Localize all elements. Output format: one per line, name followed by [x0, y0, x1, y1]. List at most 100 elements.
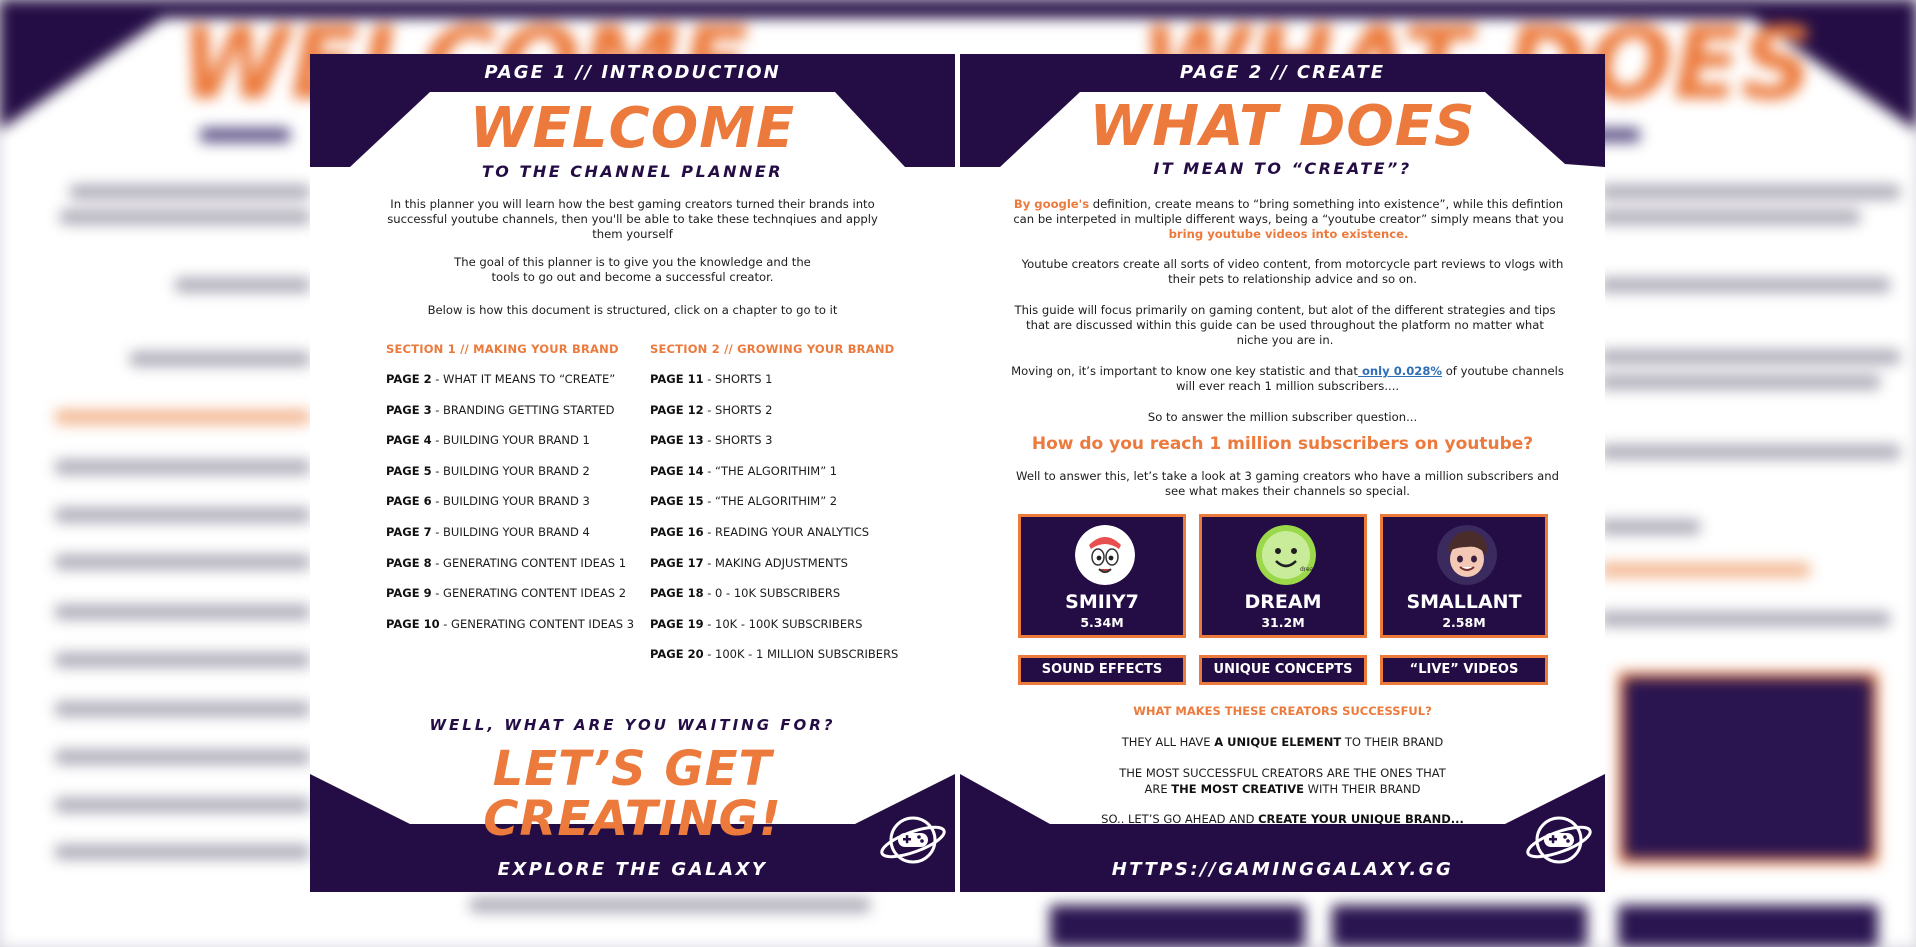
chapter-page-number: PAGE 11 — [650, 372, 704, 386]
definition-paragraph: By google's definition, create means to … — [1013, 197, 1564, 241]
chapter-link[interactable]: PAGE 12 - SHORTS 2 — [650, 403, 773, 417]
creators-intro-paragraph: Well to answer this, let’s take a look a… — [1016, 469, 1559, 498]
chapter-page-number: PAGE 9 — [386, 586, 432, 601]
chapter-title: - GENERATING CONTENT IDEAS 3 — [439, 616, 635, 631]
page-title: WELCOME — [469, 96, 796, 161]
chapter-link[interactable]: PAGE 6 - BUILDING YOUR BRAND 3 — [386, 494, 590, 508]
chapter-link[interactable]: PAGE 20 - 100K - 1 MILLION SUBSCRIBERS — [650, 647, 898, 661]
chapter-page-number: PAGE 5 — [386, 463, 432, 478]
chapter-page-number: PAGE 20 — [650, 647, 704, 662]
waiting-question: WELL, WHAT ARE YOU WAITING FOR? — [429, 716, 836, 734]
success-line-3: SO.. LET’S GO AHEAD AND CREATE YOUR UNIQ… — [1101, 812, 1464, 826]
statistic-paragraph: Moving on, it’s important to know one ke… — [1011, 364, 1564, 393]
chapter-page-number: PAGE 17 — [650, 555, 704, 570]
planner-page-2: PAGE 2 // CREATE WHAT DOES IT MEAN TO “C… — [960, 54, 1605, 892]
chapter-link[interactable]: PAGE 18 - 0 - 10K SUBSCRIBERS — [650, 586, 840, 600]
creator-name: DREAM — [1244, 591, 1322, 613]
chapter-title: - “THE ALGORITHIM” 1 — [703, 463, 838, 478]
chapter-title: - BRANDING GETTING STARTED — [431, 402, 615, 417]
cta-line-2: CREATING! — [483, 791, 782, 847]
chapter-page-number: PAGE 7 — [386, 525, 432, 539]
main-question: How do you reach 1 million subscribers o… — [1031, 434, 1534, 454]
chapter-page-number: PAGE 13 — [650, 433, 704, 448]
creator-name: SMALLANT — [1406, 591, 1522, 613]
intro-paragraph: In this planner you will learn how the b… — [387, 197, 878, 241]
chapter-page-number: PAGE 16 — [650, 525, 704, 539]
chapter-page-number: PAGE 4 — [386, 433, 432, 448]
creator-name: SMIIY7 — [1065, 591, 1139, 613]
chapter-link[interactable]: PAGE 9 - GENERATING CONTENT IDEAS 2 — [386, 586, 626, 600]
chapter-title: - “THE ALGORITHIM” 2 — [703, 494, 838, 509]
blurred-background: WELCOME WHAT DOES — [0, 0, 1916, 947]
chapter-title: - BUILDING YOUR BRAND 4 — [431, 525, 590, 539]
chapter-page-number: PAGE 8 — [386, 555, 432, 570]
chapter-link[interactable]: PAGE 14 - “THE ALGORITHIM” 1 — [650, 464, 837, 478]
chapter-title: - BUILDING YOUR BRAND 1 — [431, 433, 590, 448]
chapter-link[interactable]: PAGE 11 - SHORTS 1 — [650, 372, 773, 386]
chapter-page-number: PAGE 3 — [386, 402, 432, 417]
success-line-1: THEY ALL HAVE A UNIQUE ELEMENT TO THEIR … — [1121, 735, 1444, 749]
chapter-page-number: PAGE 6 — [386, 494, 432, 509]
chapter-title: - 0 - 10K SUBSCRIBERS — [703, 586, 841, 601]
trait-sound-effects: SOUND EFFECTS — [1018, 655, 1186, 685]
chapter-page-number: PAGE 14 — [650, 463, 704, 478]
chapter-page-number: PAGE 12 — [650, 402, 704, 417]
goal-paragraph: The goal of this planner is to give you … — [454, 255, 811, 284]
chapter-link[interactable]: PAGE 4 - BUILDING YOUR BRAND 1 — [386, 433, 590, 447]
chapter-page-number: PAGE 10 — [386, 616, 440, 631]
chapter-page-number: PAGE 15 — [650, 494, 704, 509]
page-subtitle: TO THE CHANNEL PLANNER — [481, 162, 784, 181]
dream-avatar: dream — [1256, 525, 1316, 585]
chapter-title: - SHORTS 3 — [703, 433, 773, 448]
chapter-title: - GENERATING CONTENT IDEAS 2 — [431, 586, 627, 601]
chapter-link[interactable]: PAGE 3 - BRANDING GETTING STARTED — [386, 403, 615, 417]
chapter-title: - BUILDING YOUR BRAND 2 — [431, 463, 590, 478]
chapter-link[interactable]: PAGE 16 - READING YOUR ANALYTICS — [650, 525, 869, 539]
page-1-label: PAGE 1 // INTRODUCTION — [484, 62, 781, 83]
footer-url[interactable]: HTTPS://GAMINGGALAXY.GG — [960, 859, 1605, 880]
page-2-label: PAGE 2 // CREATE — [1179, 62, 1386, 83]
chapter-page-number: PAGE 2 — [386, 372, 432, 386]
chapter-link[interactable]: PAGE 19 - 10K - 100K SUBSCRIBERS — [650, 617, 862, 631]
creator-subscribers: 31.2M — [1261, 615, 1305, 630]
chapter-title: - GENERATING CONTENT IDEAS 1 — [431, 555, 627, 570]
chapter-title: - 100K - 1 MILLION SUBSCRIBERS — [703, 647, 899, 662]
million-question-lead: So to answer the million subscriber ques… — [1147, 410, 1418, 424]
creator-subscribers: 2.58M — [1442, 615, 1486, 630]
page-title: WHAT DOES — [1089, 94, 1476, 159]
chapter-link[interactable]: PAGE 15 - “THE ALGORITHIM” 2 — [650, 494, 837, 508]
chapter-link[interactable]: PAGE 5 - BUILDING YOUR BRAND 2 — [386, 464, 590, 478]
chapter-title: - BUILDING YOUR BRAND 3 — [431, 494, 590, 509]
svg-text:dream: dream — [1300, 566, 1316, 573]
chapter-link[interactable]: PAGE 8 - GENERATING CONTENT IDEAS 1 — [386, 556, 626, 570]
section-2-title: SECTION 2 // GROWING YOUR BRAND — [650, 342, 895, 356]
footer-tagline: EXPLORE THE GALAXY — [497, 859, 768, 880]
chapter-title: - SHORTS 2 — [703, 402, 773, 417]
chapter-link[interactable]: PAGE 10 - GENERATING CONTENT IDEAS 3 — [386, 617, 634, 631]
chapter-title: - 10K - 100K SUBSCRIBERS — [703, 616, 863, 631]
planner-page-1: PAGE 1 // INTRODUCTION WELCOME TO THE CH… — [310, 54, 955, 892]
creator-card-dream: dream DREAM 31.2M — [1199, 514, 1367, 638]
success-title: WHAT MAKES THESE CREATORS SUCCESSFUL? — [1133, 704, 1432, 718]
chapter-title: - MAKING ADJUSTMENTS — [703, 555, 848, 570]
structure-paragraph: Below is how this document is structured… — [427, 303, 838, 317]
chapter-page-number: PAGE 19 — [650, 616, 704, 631]
trait-live-videos: “LIVE” VIDEOS — [1380, 655, 1548, 685]
smiiy7-avatar — [1075, 525, 1135, 585]
chapter-link[interactable]: PAGE 2 - WHAT IT MEANS TO “CREATE” — [386, 372, 615, 386]
chapter-title: - WHAT IT MEANS TO “CREATE” — [431, 372, 616, 386]
success-line-2: THE MOST SUCCESSFUL CREATORS ARE THE ONE… — [1119, 766, 1446, 796]
chapter-link[interactable]: PAGE 17 - MAKING ADJUSTMENTS — [650, 556, 848, 570]
chapter-page-number: PAGE 18 — [650, 586, 704, 601]
chapter-link[interactable]: PAGE 7 - BUILDING YOUR BRAND 4 — [386, 525, 590, 539]
page-subtitle: IT MEAN TO “CREATE”? — [1153, 159, 1412, 178]
smallant-avatar — [1437, 525, 1497, 585]
chapter-link[interactable]: PAGE 13 - SHORTS 3 — [650, 433, 773, 447]
section-1-title: SECTION 1 // MAKING YOUR BRAND — [386, 342, 619, 356]
cta-line-1: LET’S GET — [492, 741, 773, 797]
creator-card-smiiy7: SMIIY7 5.34M — [1018, 514, 1186, 638]
google-link[interactable]: By google's — [1014, 197, 1089, 211]
statistic-link[interactable]: only 0.028% — [1358, 364, 1442, 378]
chapter-title: - SHORTS 1 — [703, 372, 773, 386]
creator-card-smallant: SMALLANT 2.58M — [1380, 514, 1548, 638]
